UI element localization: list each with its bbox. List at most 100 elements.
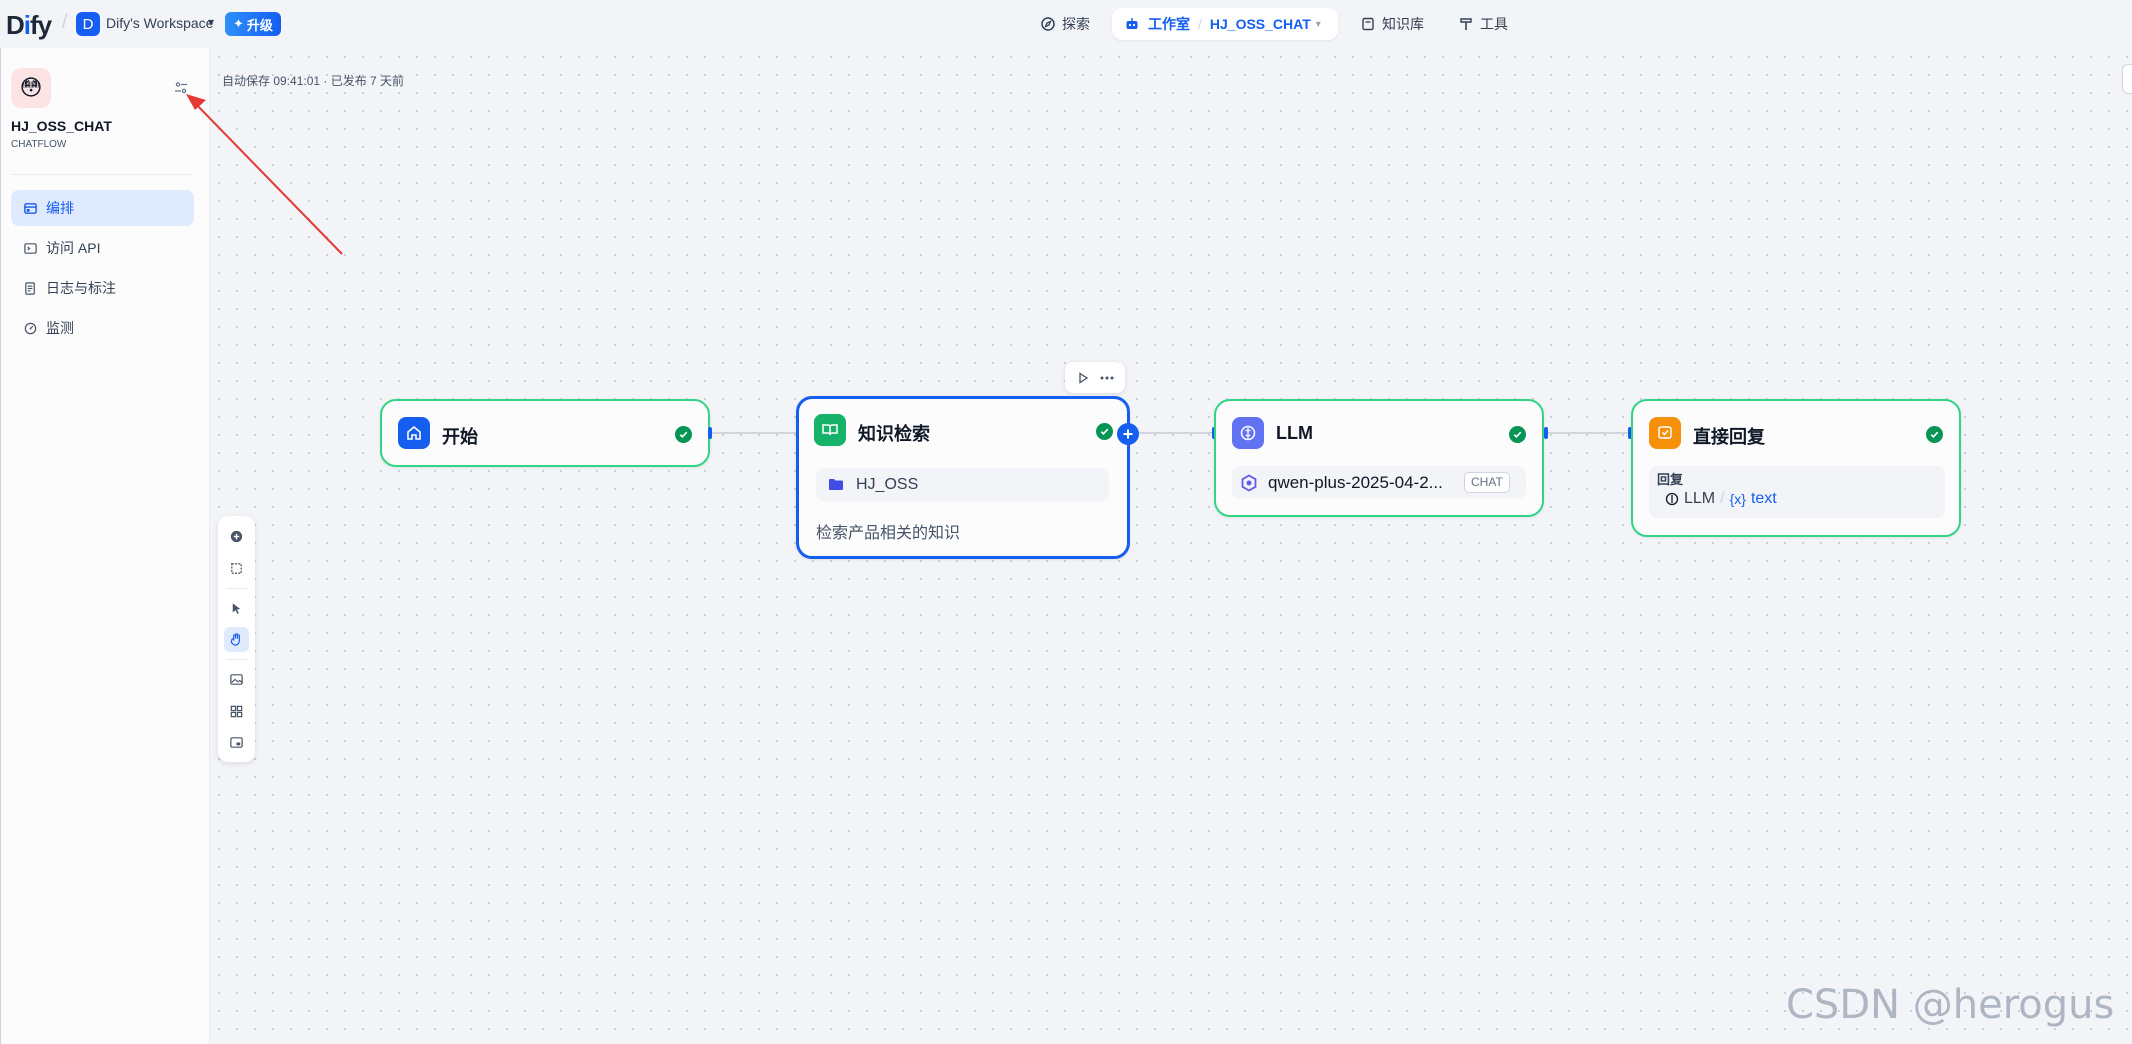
hammer-icon [1460,18,1472,30]
compass-icon [1041,17,1055,31]
variable-reference: LLM / {x} text [1665,490,1777,508]
grid-icon [230,705,243,718]
app-settings-icon[interactable] [173,80,189,96]
export-image-button[interactable] [224,667,249,692]
nav-explore-label: 探索 [1062,16,1090,32]
autosave-status: 自动保存 09:41:01 · 已发布 7 天前 [222,74,405,88]
nav-studio[interactable]: 工作室 / HJ_OSS_CHAT ▾ [1112,8,1338,40]
breadcrumb-separator: / [62,11,68,33]
nav-separator: / [1198,16,1202,32]
node-title: LLM [1276,423,1313,443]
nav-tools-label: 工具 [1480,16,1508,32]
nav-studio-label: 工作室 [1148,16,1190,32]
sparkle-icon: ✦ [233,16,244,31]
qwen-logo-icon [1241,474,1257,492]
terminal-icon [24,242,37,254]
divider [11,174,193,175]
node-handle[interactable] [1544,427,1548,439]
app-switcher[interactable]: HJ_OSS_CHAT [1210,16,1311,32]
book-open-icon [814,414,846,446]
logo-text-3: fy [30,10,52,40]
edge-retrieval-llm [1130,432,1215,434]
answer-field: 回复 LLM / {x} text [1649,466,1945,518]
sidebar-item-orchestrate[interactable]: 编排 [11,190,194,226]
nav-explore[interactable]: 探索 [1040,8,1090,40]
edge-llm-answer [1546,432,1631,434]
node-answer[interactable]: 直接回复 回复 LLM / {x} text [1631,399,1961,537]
workspace-name[interactable]: Dify's Workspace [106,15,213,31]
node-start[interactable]: 开始 [380,399,710,467]
variable-icon: {x} [1729,491,1746,507]
book-icon [1362,17,1374,31]
plus-icon [1123,429,1133,439]
hand-icon [230,633,240,646]
nav-knowledge-label: 知识库 [1382,16,1424,32]
add-node-button[interactable] [224,524,249,549]
robot-icon [1126,18,1138,29]
node-knowledge-retrieval[interactable]: 知识检索 HJ_OSS 检索产品相关的知识 [796,396,1130,559]
node-llm[interactable]: LLM qwen-plus-2025-04-2... CHAT [1214,399,1544,517]
variable-name: text [1750,490,1777,507]
app-name: HJ_OSS_CHAT [11,118,112,134]
edge-start-retrieval [711,432,796,434]
node-handle[interactable] [708,427,712,439]
node-title: 知识检索 [858,424,930,444]
add-next-node-button[interactable] [1117,423,1139,445]
folder-icon [829,479,843,490]
watermark: CSDN @herogus [1786,982,2115,1028]
workspace-avatar[interactable]: D [76,12,100,36]
hand-mode-button[interactable] [224,627,249,652]
minimap-icon [230,737,243,748]
chevron-down-icon[interactable]: ▾ [208,15,214,29]
message-check-icon [1649,417,1681,449]
organize-nodes-button[interactable] [224,699,249,724]
dify-logo[interactable]: Dify [6,10,52,41]
toolbar-divider [226,588,247,589]
upgrade-button[interactable]: ✦ 升级 [225,12,281,36]
llm-icon [1665,492,1679,506]
canvas-toolbar [218,516,255,762]
nav-tools[interactable]: 工具 [1458,8,1508,40]
sidebar-item-label: 编排 [46,200,74,216]
sidebar-item-monitor[interactable]: 监测 [11,310,194,346]
app-type: CHATFLOW [11,139,67,150]
node-toolbar [1065,362,1125,393]
toolbar-divider [226,659,247,660]
llm-icon [1232,417,1264,449]
node-title: 直接回复 [1693,427,1765,447]
variable-separator: / [1720,490,1725,507]
add-note-button[interactable] [224,556,249,581]
model-chip: qwen-plus-2025-04-2... CHAT [1232,466,1526,499]
app-sidebar: 😳 HJ_OSS_CHAT CHATFLOW 编排 访问 API 日志与标注 监… [0,48,210,1044]
model-name: qwen-plus-2025-04-2... [1268,473,1443,492]
sidebar-item-logs[interactable]: 日志与标注 [11,270,194,306]
pointer-mode-button[interactable] [224,596,249,621]
app-emoji-icon[interactable]: 😳 [11,68,51,108]
plus-circle-icon [230,530,243,543]
dashboard-icon [24,322,37,334]
top-bar: Dify / D Dify's Workspace ▾ ✦ 升级 探索 工作室 /… [0,0,2132,48]
check-circle-icon [1509,426,1526,443]
home-icon [398,417,430,449]
layout-icon [24,202,37,214]
dataset-name: HJ_OSS [856,476,919,493]
workflow-canvas[interactable] [210,48,2132,1044]
sidebar-item-label: 监测 [46,320,74,336]
upgrade-label: 升级 [246,17,273,33]
sidebar-item-label: 日志与标注 [46,280,116,296]
minimap-button[interactable] [224,730,249,755]
field-label: 回复 [1657,472,1684,487]
more-icon[interactable] [1099,371,1115,385]
cursor-icon [232,603,241,614]
nav-knowledge[interactable]: 知识库 [1360,8,1424,40]
variable-node: LLM [1684,490,1716,507]
chevron-down-icon[interactable]: ▾ [1316,19,1321,30]
mode-badge: CHAT [1464,472,1510,493]
logo-text-1: D [6,10,25,40]
node-title: 开始 [442,427,478,447]
note-icon [231,563,242,574]
sidebar-item-api[interactable]: 访问 API [11,230,194,266]
canvas-header-action[interactable] [2122,64,2132,94]
run-icon[interactable] [1076,371,1090,385]
node-description: 检索产品相关的知识 [816,525,961,542]
